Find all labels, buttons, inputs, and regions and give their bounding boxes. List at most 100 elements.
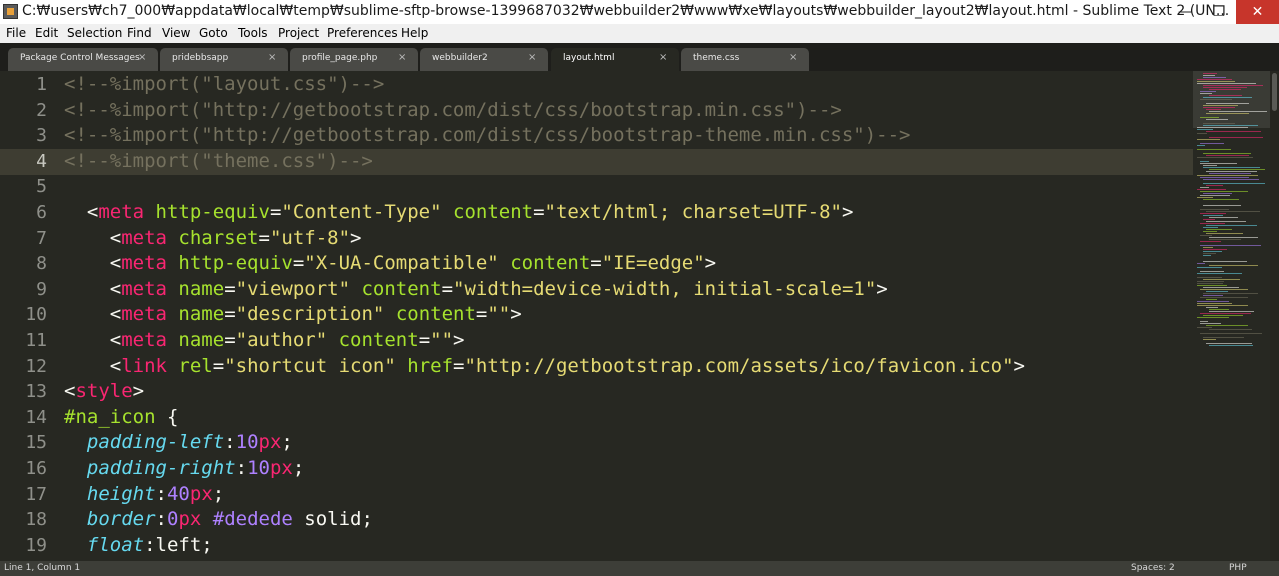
minimap-line [1197,327,1212,328]
minimize-button[interactable]: — [1168,0,1202,24]
code-line[interactable]: <meta name="description" content=""> [64,303,522,325]
tab-package-control-messages[interactable]: Package Control Messages × [8,48,158,71]
tab-close-icon[interactable]: × [398,52,406,63]
minimap-line [1200,333,1262,334]
menu-tools[interactable]: Tools [238,26,268,40]
tab-close-icon[interactable]: × [659,52,667,63]
menu-goto[interactable]: Goto [199,26,228,40]
line-number: 11 [25,330,47,351]
code-token: px [258,431,282,454]
menu-preferences[interactable]: Preferences [327,26,398,40]
line-number: 8 [36,253,47,275]
close-button[interactable]: ✕ [1236,0,1279,24]
code-line[interactable]: padding-right:10px; [64,457,304,479]
code-line[interactable]: <!--%import("http://getbootstrap.com/dis… [64,124,910,146]
menu-help[interactable]: Help [401,26,428,40]
code-line[interactable]: <meta charset="utf-8"> [64,226,362,249]
code-line[interactable]: float:left; [64,534,213,556]
code-line[interactable]: <meta http-equiv="Content-Type" content=… [64,201,854,223]
menu-edit[interactable]: Edit [35,26,58,40]
line-number: 10 [25,304,47,326]
minimap-line [1200,177,1249,178]
minimap-line [1206,225,1257,226]
code-line[interactable]: border:0px #dedede solid; [64,508,373,530]
code-token: < [64,252,122,275]
code-token: > [453,329,465,351]
code-token: > [841,201,854,223]
line-number: 4 [36,150,47,172]
code-line[interactable]: <meta http-equiv="X-UA-Compatible" conte… [64,252,716,274]
maximize-button[interactable]: ❐ [1202,0,1236,24]
code-token: "X-UA-Compatible" [304,252,499,275]
line-number: 17 [25,483,47,505]
minimap-line [1197,79,1232,80]
code-token: meta [121,226,167,249]
tab-close-icon[interactable]: × [268,52,276,63]
code-line[interactable]: <meta name="author" content=""> [64,329,465,351]
tab-close-icon[interactable]: × [789,52,797,63]
indentation-setting[interactable]: Spaces: 2 [1131,563,1175,573]
code-token: "" [430,329,454,351]
minimap-line [1197,305,1248,306]
code-token: meta [98,201,145,223]
minimap-line [1200,223,1225,224]
tab-profile-page[interactable]: profile_page.php × [290,48,418,71]
tab-close-icon[interactable]: × [138,52,146,63]
code-line[interactable]: <!--%import("layout.css")--> [64,73,384,95]
code-token: ; [292,457,305,479]
scrollbar-thumb[interactable] [1272,73,1277,111]
minimap-line [1200,271,1224,272]
minimap-line [1203,77,1226,78]
code-line[interactable]: height:40px; [64,483,224,505]
code-token: "viewport" [235,277,351,300]
tab-layout-html[interactable]: layout.html × [551,48,679,71]
code-token: <!--%import("layout.css")--> [64,73,385,95]
minimap-line [1209,311,1254,312]
menu-file[interactable]: File [6,26,26,40]
code-token: content [395,303,476,326]
code-line[interactable]: #na_icon { [64,406,178,428]
minimap-line [1206,325,1248,326]
code-token: = [441,277,454,300]
status-bar: Line 1, Column 1 Spaces: 2 PHP [0,561,1279,576]
menu-find[interactable]: Find [127,26,152,40]
minimap[interactable] [1193,71,1270,561]
menu-project[interactable]: Project [278,26,319,40]
line-number: 6 [36,202,47,223]
tab-close-icon[interactable]: × [528,52,536,63]
minimap-line [1197,277,1222,278]
code-token: <!--%import("http://getbootstrap.com/dis… [64,98,842,121]
tab-pridebbsapp[interactable]: pridebbsapp × [160,48,288,71]
menu-selection[interactable]: Selection [67,26,122,40]
minimap-line [1206,233,1243,234]
code-token: 10 [235,431,259,454]
line-number: 9 [36,278,47,300]
minimap-line [1197,133,1207,134]
code-line[interactable]: <!--%import("theme.css")--> [64,150,373,172]
code-editor[interactable]: 1 2 3 4 5 6 7 8 9 10 11 12 13 14 15 16 17 18 19 <!--%impor… [0,71,1279,561]
minimap-line [1200,313,1251,314]
tab-theme-css[interactable]: theme.css × [681,48,809,71]
code-line[interactable]: <meta name="viewport" content="width=dev… [64,278,888,300]
minimap-line [1209,309,1229,310]
minimap-line [1209,217,1238,218]
code-line[interactable]: <style> [64,380,144,402]
tab-webbuilder2[interactable]: webbuilder2 × [420,48,548,71]
menu-bar: File Edit Selection Find View Goto Tools… [0,24,1279,43]
title-bar: C:₩users₩ch7_000₩appdata₩local₩temp₩subl… [0,0,1279,25]
code-line[interactable]: <link rel="shortcut icon" href="http://g… [64,355,1025,377]
minimap-line [1197,301,1229,302]
sublime-app-icon[interactable] [3,4,18,19]
code-token: meta [121,303,167,326]
code-token: "utf-8" [269,226,351,249]
code-line[interactable]: padding-left:10px; [64,431,293,453]
syntax-mode[interactable]: PHP [1229,563,1247,573]
code-token: href [407,354,454,377]
code-line[interactable]: <!--%import("http://getbootstrap.com/dis… [64,99,842,121]
code-token: < [64,354,122,377]
window-title: C:₩users₩ch7_000₩appdata₩local₩temp₩subl… [22,3,1230,19]
menu-view[interactable]: View [162,26,190,40]
vertical-scrollbar[interactable] [1270,71,1279,561]
